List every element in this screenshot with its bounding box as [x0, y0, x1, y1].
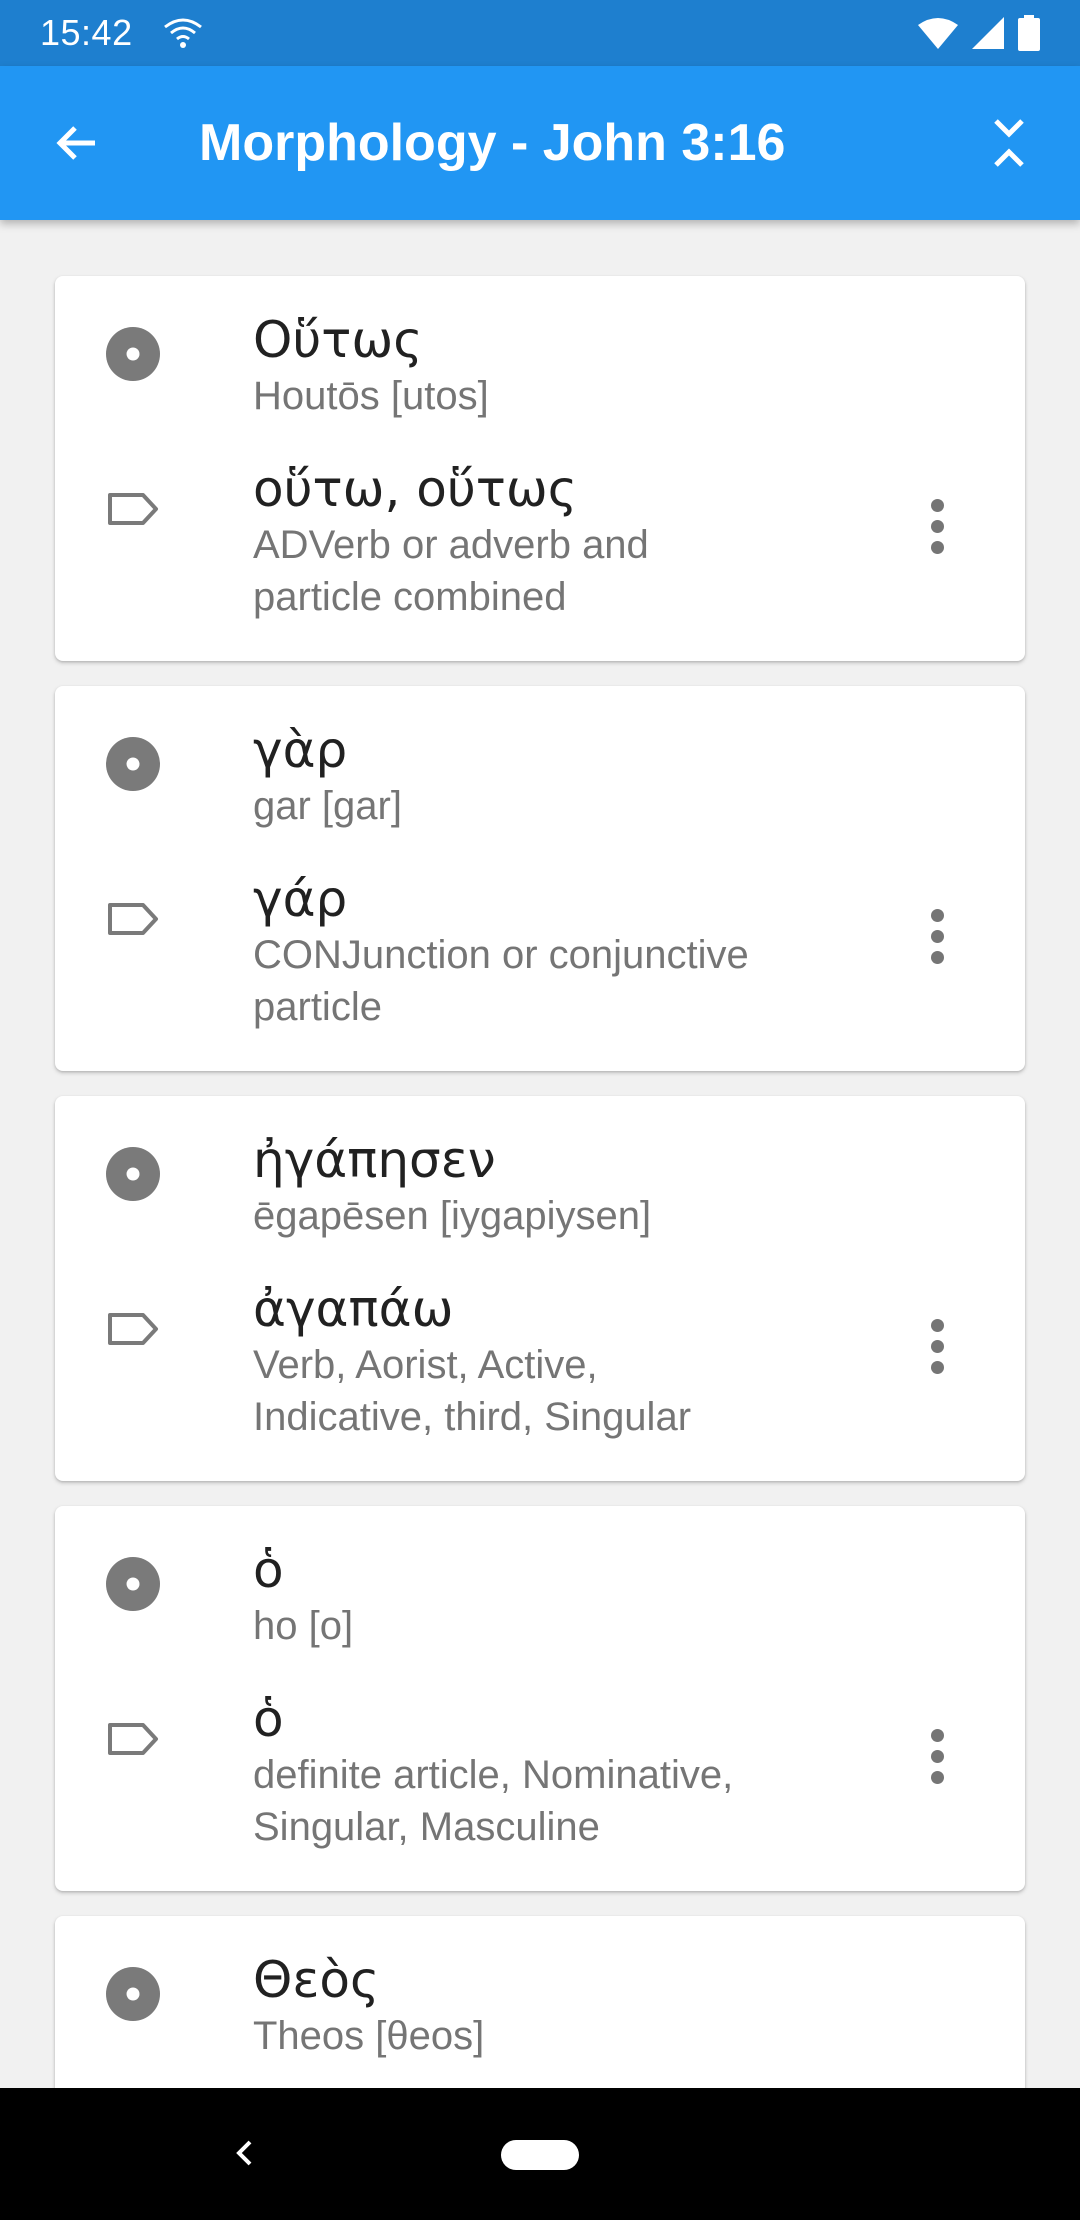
- parsing-line-1: CONJunction or conjunctive: [253, 933, 749, 977]
- greek-word: ἠγάπησεν: [253, 1131, 496, 1189]
- greek-word: γὰρ: [253, 721, 348, 779]
- lemma-row[interactable]: ἀγαπάω Verb, Aorist, Active, Indicative,…: [55, 1251, 1025, 1481]
- more-vert-icon: [930, 908, 944, 922]
- word-card: Θεὸς Theos [θeos]: [55, 1916, 1025, 2088]
- word-row[interactable]: Θεὸς Theos [θeos]: [55, 1916, 1025, 2071]
- parsing-line-2: Singular, Masculine: [253, 1805, 600, 1849]
- battery-icon: [1018, 15, 1040, 51]
- lemma-row[interactable]: γάρ CONJunction or conjunctive particle: [55, 841, 1025, 1071]
- greek-word: Θεὸς: [253, 1951, 380, 2009]
- radio-target-icon: [106, 1557, 160, 1611]
- status-icons: [918, 15, 1040, 51]
- transliteration: Houtōs [utos]: [253, 374, 489, 418]
- lemma-row[interactable]: ὁ definite article, Nominative, Singular…: [55, 1661, 1025, 1891]
- morphology-list[interactable]: Οὕτως Houtōs [utos] οὕτω, οὕτως ADVerb o…: [0, 220, 1080, 2088]
- more-options-button[interactable]: [919, 491, 955, 561]
- label-tag-icon: [108, 1723, 158, 1755]
- app-bar: Morphology - John 3:16: [0, 66, 1080, 220]
- page-title: Morphology - John 3:16: [199, 114, 786, 172]
- radio-target-icon: [106, 1967, 160, 2021]
- lemma: οὕτω, οὕτως: [253, 460, 578, 518]
- status-bar: 15:42: [0, 0, 1080, 66]
- lemma: ἀγαπάω: [253, 1280, 454, 1338]
- wifi-outline-icon: [163, 18, 202, 48]
- nav-back-icon[interactable]: [220, 2128, 270, 2178]
- transliteration: Theos [θeos]: [253, 2014, 485, 2058]
- parsing-line-1: Verb, Aorist, Active,: [253, 1343, 598, 1387]
- radio-target-icon: [106, 327, 160, 381]
- word-card: γὰρ gar [gar] γάρ CONJunction or conjunc…: [55, 686, 1025, 1071]
- transliteration: ho [o]: [253, 1604, 354, 1648]
- more-options-button[interactable]: [919, 1311, 955, 1381]
- more-options-button[interactable]: [919, 901, 955, 971]
- label-tag-icon: [108, 903, 158, 935]
- lemma: ὁ: [253, 1690, 284, 1748]
- word-row[interactable]: ὁ ho [o]: [55, 1506, 1025, 1661]
- parsing-line-2: particle combined: [253, 575, 567, 619]
- transliteration: ēgapēsen [iygapiysen]: [253, 1194, 652, 1238]
- word-card: Οὕτως Houtōs [utos] οὕτω, οὕτως ADVerb o…: [55, 276, 1025, 661]
- parsing-line-2: particle: [253, 985, 382, 1029]
- label-tag-icon: [108, 1313, 158, 1345]
- navigation-bar: [0, 2088, 1080, 2220]
- back-button[interactable]: [0, 66, 154, 220]
- more-vert-icon: [930, 498, 944, 512]
- collapse-all-button[interactable]: [944, 66, 1074, 220]
- more-options-button[interactable]: [919, 1721, 955, 1791]
- radio-target-icon: [106, 737, 160, 791]
- wifi-icon: [918, 18, 958, 49]
- arrow-back-icon: [56, 126, 95, 160]
- greek-word: ὁ: [253, 1541, 284, 1599]
- radio-target-icon: [106, 1147, 160, 1201]
- transliteration: gar [gar]: [253, 784, 402, 828]
- lemma: γάρ: [253, 870, 348, 928]
- nav-home-pill[interactable]: [501, 2140, 579, 2170]
- word-row[interactable]: Οὕτως Houtōs [utos]: [55, 276, 1025, 431]
- word-card: ὁ ho [o] ὁ definite article, Nominative,…: [55, 1506, 1025, 1891]
- greek-word: Οὕτως: [253, 311, 423, 369]
- signal-icon: [972, 17, 1004, 49]
- collapse-all-icon: [994, 119, 1024, 167]
- word-row[interactable]: ἠγάπησεν ēgapēsen [iygapiysen]: [55, 1096, 1025, 1251]
- more-vert-icon: [930, 1318, 944, 1332]
- word-card: ἠγάπησεν ēgapēsen [iygapiysen] ἀγαπάω Ve…: [55, 1096, 1025, 1481]
- status-time: 15:42: [40, 12, 133, 53]
- word-row[interactable]: γὰρ gar [gar]: [55, 686, 1025, 841]
- parsing-line-2: Indicative, third, Singular: [253, 1395, 692, 1439]
- parsing-line-1: ADVerb or adverb and: [253, 523, 649, 567]
- label-tag-icon: [108, 493, 158, 525]
- lemma-row[interactable]: οὕτω, οὕτως ADVerb or adverb and particl…: [55, 431, 1025, 661]
- more-vert-icon: [930, 1728, 944, 1742]
- parsing-line-1: definite article, Nominative,: [253, 1753, 734, 1797]
